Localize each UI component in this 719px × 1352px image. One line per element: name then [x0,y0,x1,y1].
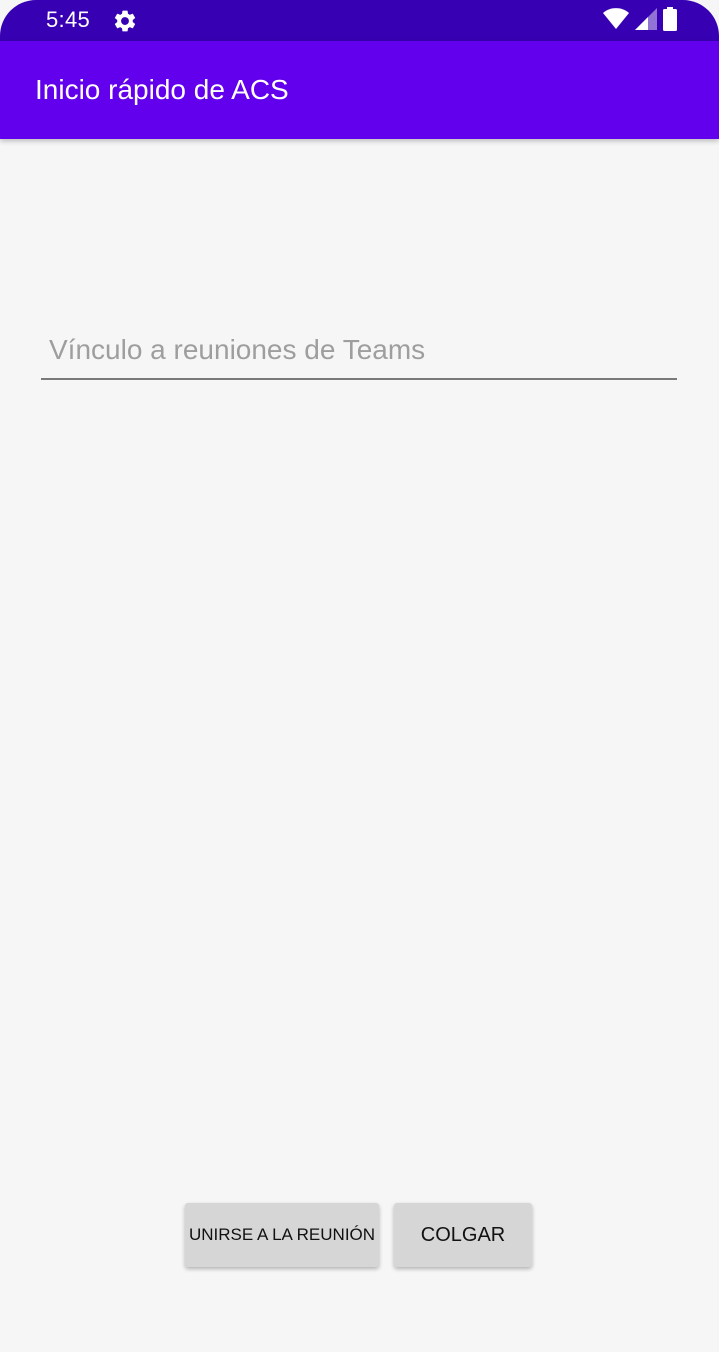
status-time: 5:45 [46,7,91,32]
status-icons [603,6,677,36]
meeting-link-input[interactable] [41,330,677,380]
app-title: Inicio rápido de ACS [35,74,289,105]
meeting-link-field [41,330,677,380]
status-bar: 5:45 [0,0,719,41]
battery-icon [663,6,677,36]
app-screen: 5:45 Inicio rápido de ACS Vínculo a reun… [0,0,719,1352]
gear-icon [112,8,138,34]
hang-up-button[interactable]: COLGAR [394,1203,532,1267]
wifi-icon [603,7,629,35]
cell-signal-icon [635,7,657,35]
app-bar: Inicio rápido de ACS [0,41,719,139]
join-meeting-button[interactable]: UNIRSE A LA REUNIÓN [185,1203,379,1267]
